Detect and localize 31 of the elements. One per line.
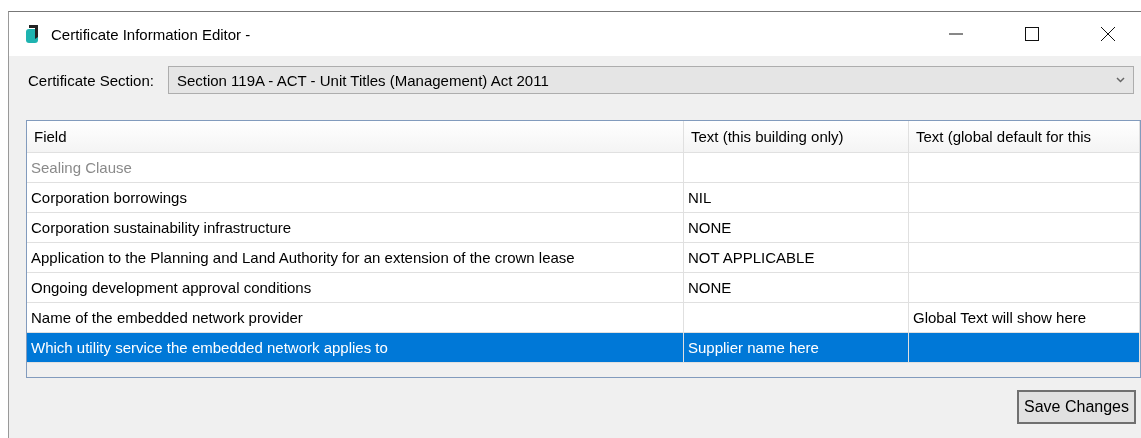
table-cell[interactable]: Application to the Planning and Land Authority for an extension of the crown lease bbox=[27, 243, 684, 273]
table-cell[interactable]: NOT APPLICABLE bbox=[684, 243, 909, 273]
table-cell[interactable] bbox=[684, 303, 909, 333]
table-cell[interactable]: Supplier name here bbox=[684, 333, 909, 363]
table-cell[interactable]: NIL bbox=[684, 183, 909, 213]
table-cell[interactable]: Name of the embedded network provider bbox=[27, 303, 684, 333]
maximize-icon bbox=[1025, 27, 1039, 41]
save-button[interactable]: Save Changes bbox=[1017, 390, 1136, 424]
app-icon bbox=[25, 24, 41, 44]
table-cell[interactable] bbox=[909, 213, 1140, 243]
table-cell[interactable]: Ongoing development approval conditions bbox=[27, 273, 684, 303]
table-cell[interactable] bbox=[909, 153, 1140, 183]
table-cell[interactable]: NONE bbox=[684, 213, 909, 243]
chevron-icon bbox=[1116, 77, 1125, 83]
window-title: Certificate Information Editor - bbox=[51, 25, 252, 43]
table-cell[interactable]: Corporation borrowings bbox=[27, 183, 684, 213]
section-dropdown[interactable]: Section 119A - ACT - Unit Titles (Management) Act 2011 bbox=[167, 66, 1134, 94]
table-cell[interactable] bbox=[909, 333, 1140, 363]
table-cell[interactable] bbox=[909, 243, 1140, 273]
table-cell[interactable] bbox=[909, 273, 1140, 303]
table-cell[interactable]: Global Text will show here bbox=[909, 303, 1140, 333]
table-cell[interactable]: Corporation sustainability infrastructure bbox=[27, 213, 684, 243]
table-cell[interactable]: NONE bbox=[684, 273, 909, 303]
close-icon bbox=[1100, 26, 1116, 42]
table-cell[interactable]: Which utility service the embedded network applies to bbox=[27, 333, 684, 363]
section-label: Certificate Section: bbox=[28, 71, 154, 89]
table-cell[interactable] bbox=[684, 153, 909, 183]
column-header[interactable]: Field bbox=[27, 121, 684, 153]
table-cell[interactable] bbox=[909, 183, 1140, 213]
column-header[interactable]: Text (this building only) bbox=[684, 121, 909, 153]
column-header[interactable]: Text (global default for this bbox=[909, 121, 1140, 153]
